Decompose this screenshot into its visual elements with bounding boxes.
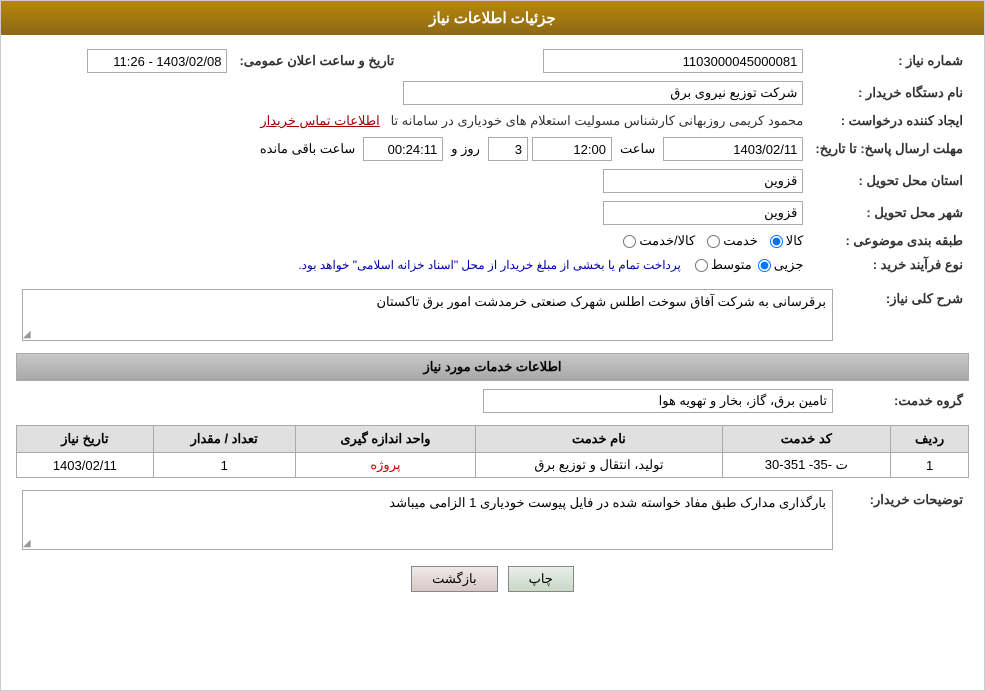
category-khedmat[interactable]: خدمت (707, 233, 758, 249)
process-label: نوع فرآیند خرید : (809, 253, 969, 277)
back-button[interactable]: بازگشت (411, 566, 497, 592)
cell-unit: پروژه (295, 453, 476, 478)
deadline-date: 1403/02/11 (663, 137, 803, 161)
buyer-notes-text: بارگذاری مدارک طبق مفاد خواسته شده در فا… (389, 495, 826, 510)
deadline-time: 12:00 (532, 137, 612, 161)
col-header-unit: واحد اندازه گیری (295, 426, 476, 453)
category-kala-khedmat[interactable]: کالا/خدمت (623, 233, 695, 249)
city-value: قزوین (603, 201, 803, 225)
category-kala-label: کالا (786, 233, 804, 249)
service-group-value: تامین برق، گاز، بخار و تهویه هوا (483, 389, 833, 413)
deadline-label: مهلت ارسال پاسخ: تا تاریخ: (809, 133, 969, 165)
contact-link[interactable]: اطلاعات تماس خریدار (260, 113, 379, 128)
process-motavasset[interactable]: متوسط (695, 257, 752, 273)
hours-remaining-label: ساعت باقی مانده (260, 141, 355, 157)
service-group-label: گروه خدمت: (839, 385, 969, 417)
creator-value: محمود کریمی روزبهانی کارشناس مسولیت استع… (391, 113, 804, 128)
print-button[interactable]: چاپ (508, 566, 574, 592)
col-header-qty: تعداد / مقدار (153, 426, 295, 453)
resize-handle-icon-2: ◢ (23, 538, 31, 549)
process-note: پرداخت تمام یا بخشی از مبلغ خریدار از مح… (298, 258, 681, 272)
col-header-code: کد خدمت (722, 426, 891, 453)
resize-handle-icon: ◢ (23, 329, 31, 340)
category-khedmat-label: خدمت (723, 233, 758, 249)
process-jozii-label: جزیی (774, 257, 804, 273)
process-jozii[interactable]: جزیی (758, 257, 804, 273)
buyer-org-value: شرکت توزیع نیروی برق (403, 81, 803, 105)
category-label: طبقه بندی موضوعی : (809, 229, 969, 253)
countdown-timer: 00:24:11 (363, 137, 443, 161)
page-header: جزئیات اطلاعات نیاز (1, 1, 984, 35)
col-header-name: نام خدمت (476, 426, 722, 453)
cell-qty: 1 (153, 453, 295, 478)
col-header-row: ردیف (891, 426, 969, 453)
cell-code: ت -35- 351-30 (722, 453, 891, 478)
services-section-header: اطلاعات خدمات مورد نیاز (16, 353, 969, 381)
province-label: استان محل تحویل : (809, 165, 969, 197)
days-label: روز و (451, 141, 480, 157)
category-kala-khedmat-label: کالا/خدمت (639, 233, 695, 249)
creator-label: ایجاد کننده درخواست : (809, 109, 969, 133)
need-number-value: 1103000045000081 (543, 49, 803, 73)
cell-row-num: 1 (891, 453, 969, 478)
buyer-notes-box: بارگذاری مدارک طبق مفاد خواسته شده در فا… (22, 490, 833, 550)
hour-label: ساعت (620, 141, 655, 157)
deadline-days: 3 (488, 137, 528, 161)
need-number-label: شماره نیاز : (809, 45, 969, 77)
need-desc-text: برقرسانی به شرکت آفاق سوخت اطلس شهرک صنع… (376, 294, 826, 309)
cell-date: 1403/02/11 (17, 453, 154, 478)
buyer-org-label: نام دستگاه خریدار : (809, 77, 969, 109)
announce-value: 1403/02/08 - 11:26 (87, 49, 227, 73)
category-kala[interactable]: کالا (770, 233, 804, 249)
province-value: قزوین (603, 169, 803, 193)
col-header-date: تاریخ نیاز (17, 426, 154, 453)
need-description-box: برقرسانی به شرکت آفاق سوخت اطلس شهرک صنع… (22, 289, 833, 341)
action-buttons: چاپ بازگشت (16, 566, 969, 607)
process-motavasset-label: متوسط (711, 257, 752, 273)
page-title: جزئیات اطلاعات نیاز (429, 10, 556, 27)
city-label: شهر محل تحویل : (809, 197, 969, 229)
need-desc-label: شرح کلی نیاز: (839, 285, 969, 345)
cell-name: تولید، انتقال و توزیع برق (476, 453, 722, 478)
buyer-notes-label: توضیحات خریدار: (839, 486, 969, 554)
announce-label: تاریخ و ساعت اعلان عمومی: (233, 45, 400, 77)
table-row: 1ت -35- 351-30تولید، انتقال و توزیع برقپ… (17, 453, 969, 478)
